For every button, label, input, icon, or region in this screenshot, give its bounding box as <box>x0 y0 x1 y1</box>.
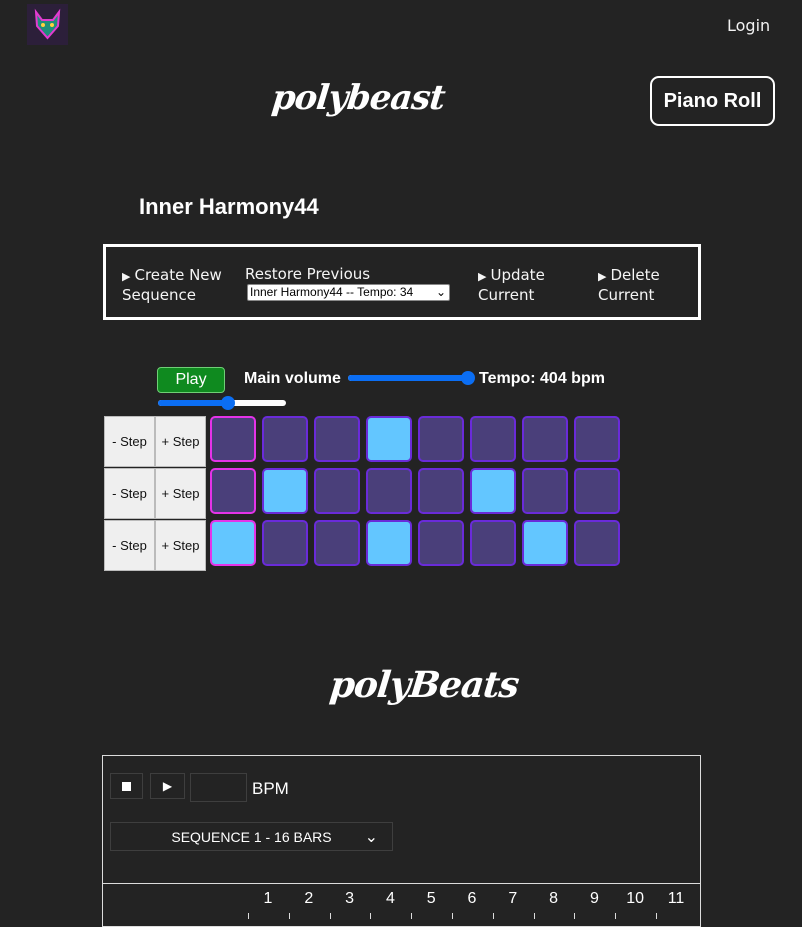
login-link[interactable]: Login <box>727 16 770 35</box>
tempo-slider[interactable] <box>158 396 286 410</box>
step-cell[interactable] <box>314 520 360 566</box>
step-cell[interactable] <box>574 468 620 514</box>
beat-column-header: 3 <box>345 890 355 907</box>
column-divider <box>533 913 535 919</box>
main-volume-label: Main volume <box>244 370 341 387</box>
sequence-controls-panel: ▶ Create New Sequence Restore Previous In… <box>103 244 701 320</box>
beat-column-header: 8 <box>549 890 559 907</box>
step-cell[interactable] <box>470 468 516 514</box>
restore-previous-label: Restore Previous <box>245 265 371 283</box>
restore-selected-value: Inner Harmony44 -- Tempo: 34 <box>250 285 414 299</box>
step-cell[interactable] <box>314 468 360 514</box>
disclosure-triangle-icon: ▶ <box>598 270 607 283</box>
beat-column-header: 7 <box>508 890 518 907</box>
beat-column-header: 6 <box>467 890 477 907</box>
beat-column-header: 1 <box>263 890 273 907</box>
polybeats-title: polyBeats <box>327 664 521 706</box>
step-cell[interactable] <box>262 416 308 462</box>
step-cell[interactable] <box>262 468 308 514</box>
step-cell[interactable] <box>418 468 464 514</box>
disclosure-triangle-icon: ▶ <box>122 270 131 283</box>
polybeats-panel: ▶ BPM SEQUENCE 1 - 16 BARS ⌄ 1 2 3 4 5 6 7 8 9 10… <box>102 755 701 927</box>
column-divider <box>288 913 290 919</box>
create-label-line2: Sequence <box>122 286 196 304</box>
plus-step-button[interactable]: + Step <box>155 416 206 467</box>
create-new-sequence[interactable]: ▶ Create New Sequence <box>122 266 222 304</box>
sequence-selected-value: SEQUENCE 1 - 16 BARS <box>171 828 332 845</box>
column-divider <box>411 913 413 919</box>
update-label-line2: Current <box>478 286 535 304</box>
minus-step-button[interactable]: - Step <box>104 520 155 571</box>
step-cell[interactable] <box>522 468 568 514</box>
logo[interactable] <box>27 4 68 45</box>
play-button-beats[interactable]: ▶ <box>150 773 185 799</box>
column-divider <box>452 913 453 919</box>
step-cell[interactable] <box>262 520 308 566</box>
minus-step-button[interactable]: - Step <box>104 468 155 519</box>
play-icon: ▶ <box>162 779 173 793</box>
step-cell[interactable] <box>470 416 516 462</box>
step-cell[interactable] <box>574 416 620 462</box>
plus-step-button[interactable]: + Step <box>155 520 206 571</box>
column-divider <box>248 913 249 919</box>
column-divider <box>329 913 331 919</box>
app-title: polybeast <box>269 78 447 118</box>
tempo-knob[interactable] <box>221 396 236 410</box>
stop-button[interactable] <box>110 773 143 799</box>
step-cell[interactable] <box>314 416 360 462</box>
chevron-down-icon: ⌄ <box>364 829 378 846</box>
play-button[interactable]: Play <box>157 367 225 393</box>
piano-roll-button[interactable]: Piano Roll <box>650 76 775 126</box>
beat-column-header: 9 <box>589 890 599 907</box>
sequence-title: Inner Harmony44 <box>139 194 319 219</box>
step-cell[interactable] <box>366 468 412 514</box>
step-cell[interactable] <box>418 416 464 462</box>
volume-fill <box>348 375 468 381</box>
delete-label: Delete <box>610 266 660 284</box>
update-label: Update <box>490 266 545 284</box>
stop-icon <box>122 781 131 791</box>
step-cell[interactable] <box>522 416 568 462</box>
tempo-fill <box>158 400 229 406</box>
update-current[interactable]: ▶ Update Current <box>478 266 545 304</box>
tempo-label: Tempo: 404 bpm <box>479 370 605 387</box>
restore-previous-select[interactable]: Inner Harmony44 -- Tempo: 34 ⌄ <box>247 284 450 301</box>
step-cell[interactable] <box>366 416 412 462</box>
column-divider <box>656 913 657 919</box>
main-volume-slider[interactable] <box>348 371 475 385</box>
beat-column-header: 10 <box>626 890 645 907</box>
beat-column-header: 2 <box>304 890 314 907</box>
bpm-label: BPM <box>252 779 289 798</box>
plus-step-button[interactable]: + Step <box>155 468 206 519</box>
step-cell[interactable] <box>366 520 412 566</box>
sequence-select[interactable]: SEQUENCE 1 - 16 BARS ⌄ <box>110 822 393 851</box>
minus-step-button[interactable]: - Step <box>104 416 155 467</box>
delete-current[interactable]: ▶ Delete Current <box>598 266 660 304</box>
step-cell[interactable] <box>574 520 620 566</box>
column-divider <box>615 913 617 919</box>
step-cell[interactable] <box>418 520 464 566</box>
beat-column-header: 5 <box>426 890 436 907</box>
beat-column-header: 11 <box>667 890 685 907</box>
bpm-input[interactable] <box>190 773 247 802</box>
volume-knob[interactable] <box>460 371 475 385</box>
step-cell[interactable] <box>210 416 256 462</box>
step-cell[interactable] <box>210 468 256 514</box>
delete-label-line2: Current <box>598 286 655 304</box>
step-cell[interactable] <box>210 520 256 566</box>
step-cell[interactable] <box>522 520 568 566</box>
column-divider <box>574 913 576 919</box>
chevron-down-icon: ⌄ <box>435 285 446 299</box>
disclosure-triangle-icon: ▶ <box>478 270 487 283</box>
column-divider <box>370 913 372 919</box>
step-cell[interactable] <box>470 520 516 566</box>
beats-grid-header: 1 2 3 4 5 6 7 8 9 10 11 <box>103 883 700 919</box>
column-divider <box>492 913 494 919</box>
beat-column-header: 4 <box>385 890 395 907</box>
create-label: Create New <box>134 266 222 284</box>
